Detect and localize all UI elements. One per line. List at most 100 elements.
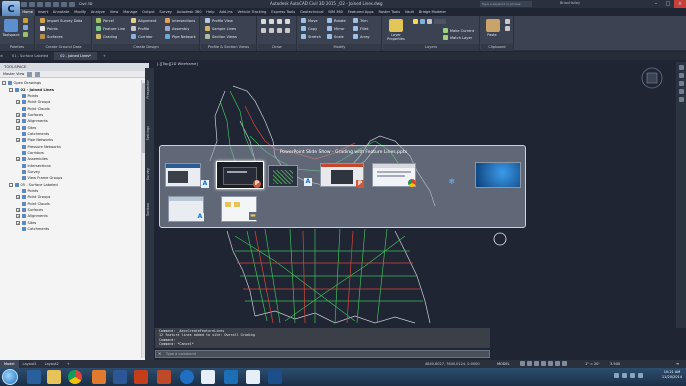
mirror-button[interactable]: Mirror: [334, 27, 345, 31]
taskbar-app-icon[interactable]: [92, 370, 106, 384]
line-icon[interactable]: [261, 19, 266, 24]
alignment-button[interactable]: Alignment: [138, 19, 156, 23]
import-survey-data-button[interactable]: Import Survey Data: [47, 19, 82, 23]
layer-on-icon[interactable]: [413, 19, 418, 24]
tray-volume-icon[interactable]: [630, 373, 635, 378]
polyline-icon[interactable]: [269, 19, 274, 24]
tab-manage[interactable]: Manage: [121, 9, 140, 16]
prospector-icon[interactable]: [23, 18, 28, 23]
text-icon[interactable]: [277, 28, 282, 33]
toolspace-icon[interactable]: [4, 19, 18, 32]
window-thumb-3[interactable]: [268, 165, 298, 187]
tray-network-icon[interactable]: [622, 373, 627, 378]
side-tab-settings[interactable]: Settings: [146, 126, 153, 140]
taskbar-presentation-icon[interactable]: [157, 370, 171, 384]
pan-icon[interactable]: [678, 73, 684, 78]
window-thumb-desktop[interactable]: [475, 162, 521, 188]
expander-icon[interactable]: -: [9, 87, 13, 92]
layers-panel-label[interactable]: Layers: [383, 44, 479, 51]
expander-icon[interactable]: +: [16, 100, 20, 105]
tab-geotechnical[interactable]: Geotechnical: [298, 9, 326, 16]
tab-modify[interactable]: Modify: [72, 9, 89, 16]
file-tab-joined-lines[interactable]: 02 - Joined Lines*: [54, 52, 97, 60]
expander-icon[interactable]: -: [9, 182, 13, 187]
tab-annotate[interactable]: Annotate: [51, 9, 72, 16]
precision-value[interactable]: 3.500: [610, 360, 620, 368]
ortho-icon[interactable]: [534, 361, 539, 366]
expander-icon[interactable]: +: [16, 220, 20, 225]
tab-survey[interactable]: Survey: [157, 9, 174, 16]
expander-icon[interactable]: +: [16, 112, 20, 117]
viewport-controls-label[interactable]: [-][Top][2D Wireframe]: [157, 62, 198, 66]
window-thumb-1[interactable]: [165, 163, 201, 187]
master-view-selector[interactable]: Master View: [3, 72, 24, 76]
taskbar-civil3d-icon[interactable]: [246, 370, 260, 384]
points-button[interactable]: Points: [47, 27, 58, 31]
side-tab-toolbox[interactable]: Toolbox: [146, 203, 153, 216]
tab-vault[interactable]: Vault: [402, 9, 416, 16]
parcel-button[interactable]: Parcel: [103, 19, 114, 23]
layout-tab-model[interactable]: Model: [0, 360, 19, 368]
tab-featured-apps[interactable]: Featured Apps: [345, 9, 376, 16]
polar-icon[interactable]: [541, 361, 546, 366]
paste-icon[interactable]: [486, 19, 500, 32]
tab-analyze[interactable]: Analyze: [88, 9, 107, 16]
search-input[interactable]: Type a keyword or phrase: [480, 1, 532, 7]
assembly-button[interactable]: Assembly: [172, 27, 189, 31]
taskbar-ie-icon[interactable]: [27, 370, 41, 384]
new-icon[interactable]: [21, 1, 27, 7]
expander-icon[interactable]: +: [16, 157, 20, 162]
palettes-panel-label[interactable]: Palettes: [0, 44, 34, 51]
osnap-icon[interactable]: [548, 361, 553, 366]
intersections-button[interactable]: Intersections: [172, 19, 195, 23]
side-tab-prospector[interactable]: Prospector: [146, 80, 153, 99]
tray-flag-icon[interactable]: [638, 373, 643, 378]
tab-raster-tools[interactable]: Raster Tools: [376, 9, 402, 16]
snowflake-app-icon[interactable]: ❄: [448, 178, 456, 186]
command-input[interactable]: Type a command: [155, 350, 490, 358]
sample-lines-button[interactable]: Sample Lines: [212, 27, 236, 31]
taskbar-powerpoint-icon[interactable]: [134, 370, 148, 384]
cut-icon[interactable]: [505, 19, 510, 24]
tray-arrow-icon[interactable]: [614, 373, 619, 378]
array-button[interactable]: Array: [360, 35, 370, 39]
save-as-icon[interactable]: [45, 1, 51, 7]
layer-dropdown[interactable]: [434, 19, 446, 24]
tab-bim-360[interactable]: BIM 360: [326, 9, 345, 16]
corridor-button[interactable]: Corridor: [138, 35, 153, 39]
refresh-icon[interactable]: [27, 71, 33, 77]
tab-output[interactable]: Output: [140, 9, 157, 16]
maximize-icon[interactable]: □: [662, 0, 674, 8]
draw-panel-label[interactable]: Draw: [258, 44, 296, 51]
expander-icon[interactable]: +: [16, 214, 20, 219]
add-layout-icon[interactable]: +: [63, 360, 74, 368]
copy-button[interactable]: Copy: [308, 27, 317, 31]
snap-icon[interactable]: [527, 361, 532, 366]
tab-bridge-modeler[interactable]: Bridge Modeler: [416, 9, 448, 16]
tab-view[interactable]: View: [107, 9, 120, 16]
layer-properties-label[interactable]: Layer Properties: [383, 33, 409, 41]
tab-insert[interactable]: Insert: [35, 9, 50, 16]
clipboard-panel-label[interactable]: Clipboard: [481, 44, 513, 51]
create-ground-data-label[interactable]: Create Ground Data: [36, 44, 91, 51]
workspace-selector[interactable]: Civil 3D: [79, 2, 92, 6]
arc-icon[interactable]: [285, 19, 290, 24]
paste-label[interactable]: Paste: [483, 33, 501, 37]
close-icon[interactable]: ×: [674, 0, 686, 8]
hatch-icon[interactable]: [269, 28, 274, 33]
annotation-scale[interactable]: 1" = 20': [585, 360, 599, 368]
expander-icon[interactable]: -: [2, 81, 6, 86]
scale-button[interactable]: Scale: [334, 35, 344, 39]
fillet-button[interactable]: Fillet: [360, 27, 368, 31]
taskbar-autocad-icon[interactable]: [201, 370, 215, 384]
profile-view-button[interactable]: Profile View: [212, 19, 233, 23]
zoom-icon[interactable]: [678, 81, 684, 86]
settings-icon[interactable]: [23, 25, 28, 30]
modify-panel-label[interactable]: Modify: [298, 44, 381, 51]
trim-button[interactable]: Trim: [360, 19, 368, 23]
side-tab-survey[interactable]: Survey: [146, 168, 153, 180]
taskbar-word-icon[interactable]: [113, 370, 127, 384]
match-layer-button[interactable]: Match Layer: [450, 36, 472, 40]
expander-icon[interactable]: +: [16, 208, 20, 213]
layout-tab-layout2[interactable]: Layout2: [41, 360, 63, 368]
